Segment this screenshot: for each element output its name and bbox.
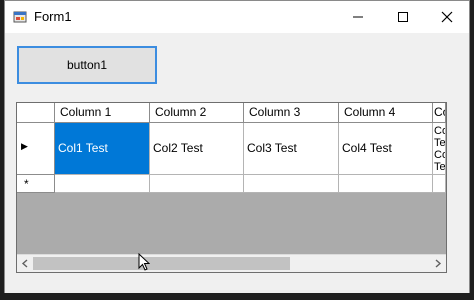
- app-icon: [13, 11, 27, 23]
- row-header-1[interactable]: ▶: [17, 123, 55, 175]
- grid-cells-area: Column 1 Column 2 Column 3 Column 4 Co ▶…: [17, 103, 446, 256]
- chevron-left-icon: [21, 259, 28, 268]
- button1[interactable]: button1: [17, 46, 157, 84]
- maximize-icon: [398, 12, 408, 22]
- column-header-4[interactable]: Column 4: [339, 103, 433, 123]
- scroll-left-button[interactable]: [17, 255, 33, 272]
- maximize-button[interactable]: [381, 1, 425, 33]
- minimize-button[interactable]: [336, 1, 380, 33]
- new-row-cell-2[interactable]: [150, 175, 244, 193]
- cell-r1-c3[interactable]: Col3 Test: [244, 123, 339, 175]
- cell-r1-c5-line-1: Co: [434, 125, 445, 137]
- column-header-3[interactable]: Column 3: [244, 103, 339, 123]
- close-icon: [441, 11, 453, 23]
- minimize-icon: [353, 16, 363, 18]
- form-client-area: button1 Column 1 Column 2 Column 3 Colum…: [5, 33, 469, 293]
- new-row-cell-1[interactable]: [55, 175, 150, 193]
- cell-r1-c2[interactable]: Col2 Test: [150, 123, 244, 175]
- scroll-right-button[interactable]: [430, 255, 446, 272]
- title-bar[interactable]: Form1: [5, 1, 469, 33]
- cell-r1-c5-line-3: Co: [434, 149, 445, 161]
- new-row-cell-5[interactable]: [433, 175, 446, 193]
- scrollbar-thumb[interactable]: [33, 257, 290, 270]
- new-row-cell-4[interactable]: [339, 175, 433, 193]
- cell-r1-c4[interactable]: Col4 Test: [339, 123, 433, 175]
- cell-r1-c5-line-2: Te: [434, 137, 446, 149]
- cell-r1-c5[interactable]: Co Te Co Te: [433, 123, 446, 175]
- cell-r1-c1[interactable]: Col1 Test: [55, 123, 150, 175]
- new-row-header[interactable]: *: [17, 175, 55, 193]
- column-header-5[interactable]: Co: [433, 103, 446, 123]
- data-grid-view[interactable]: Column 1 Column 2 Column 3 Column 4 Co ▶…: [16, 102, 447, 273]
- cell-r1-c5-line-4: Te: [434, 161, 446, 173]
- top-left-header-cell[interactable]: [17, 103, 55, 123]
- column-header-2[interactable]: Column 2: [150, 103, 244, 123]
- close-button[interactable]: [425, 1, 469, 33]
- current-row-indicator-icon: ▶: [21, 141, 28, 151]
- new-row-indicator-icon: *: [24, 177, 29, 191]
- mouse-cursor-icon: [138, 253, 150, 271]
- form-window: Form1 button1 Column 1 Column 2 Column 3…: [4, 0, 470, 293]
- column-header-1[interactable]: Column 1: [55, 103, 150, 123]
- horizontal-scrollbar[interactable]: [17, 254, 446, 272]
- chevron-right-icon: [435, 259, 442, 268]
- window-title: Form1: [34, 9, 72, 24]
- new-row-cell-3[interactable]: [244, 175, 339, 193]
